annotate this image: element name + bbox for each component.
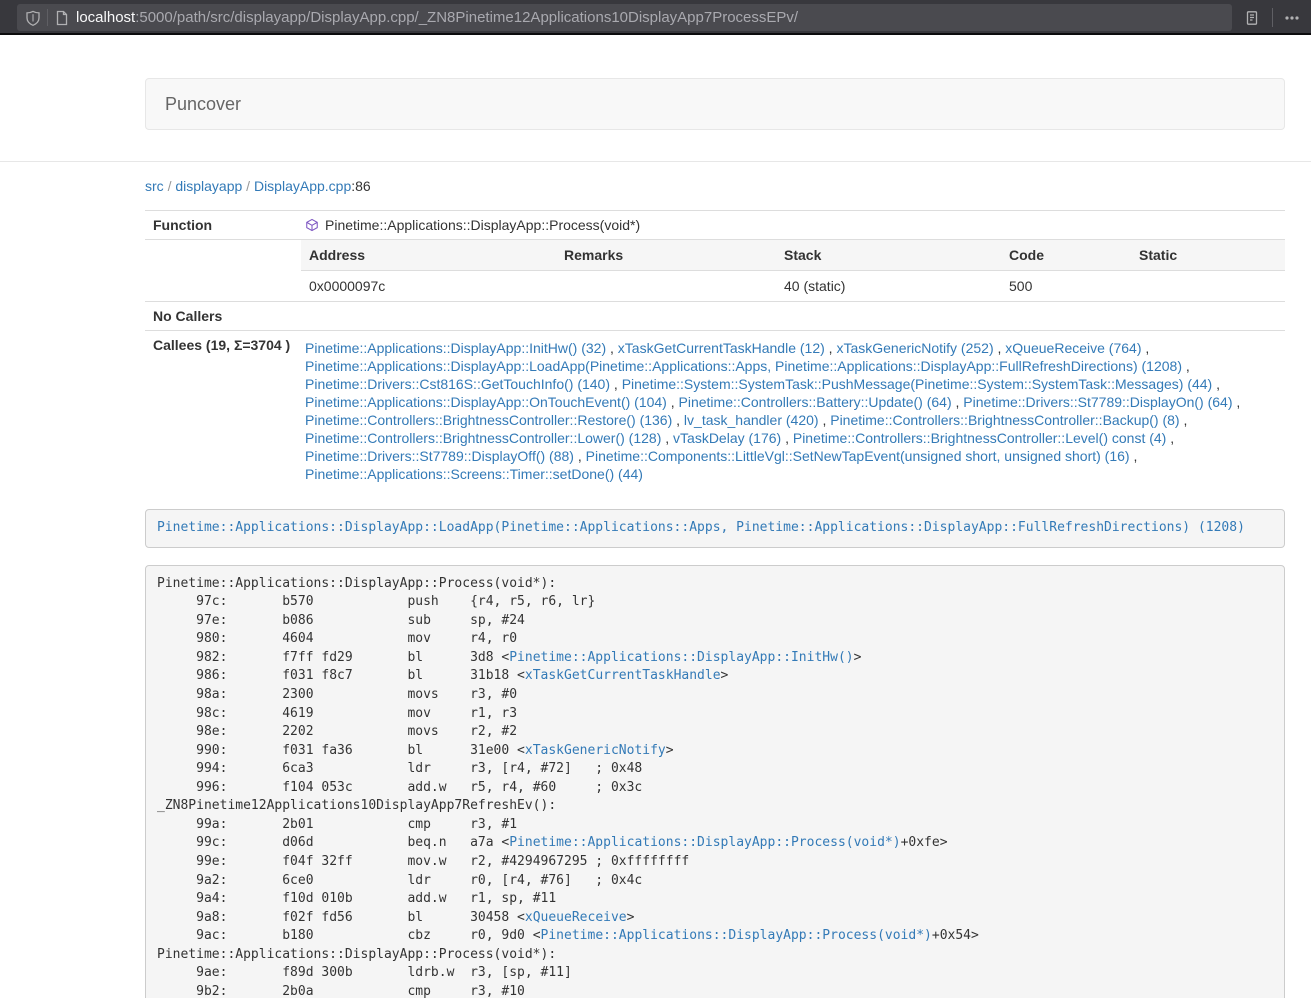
function-row: Function Pinetime::Applications::Display…: [145, 211, 1285, 240]
callees-list: Pinetime::Applications::DisplayApp::Init…: [301, 331, 1285, 490]
callee-link[interactable]: Pinetime::Applications::Screens::Timer::…: [305, 466, 643, 482]
callee-link[interactable]: Pinetime::Drivers::St7789::DisplayOff() …: [305, 448, 574, 464]
metrics-value-row: 0x0000097c 40 (static) 500: [301, 271, 1285, 302]
divider: [0, 161, 1311, 162]
url-path: :5000/path/src/displayapp/DisplayApp.cpp…: [135, 9, 798, 26]
callee-link[interactable]: Pinetime::Applications::DisplayApp::Load…: [305, 358, 1182, 374]
app-navbar: Puncover: [145, 78, 1285, 130]
page-icon[interactable]: [54, 10, 70, 26]
col-address: Address: [301, 240, 556, 271]
function-row-label: Function: [145, 211, 301, 240]
no-callers-row: No Callers: [145, 302, 1285, 331]
callee-link[interactable]: Pinetime::Controllers::BrightnessControl…: [305, 430, 661, 446]
url-text: localhost:5000/path/src/displayapp/Displ…: [76, 9, 798, 26]
browser-chrome: localhost:5000/path/src/displayapp/Displ…: [0, 0, 1311, 35]
source-line-snippet: Pinetime::Applications::DisplayApp::Load…: [145, 509, 1285, 548]
shield-icon[interactable]: [25, 10, 41, 26]
asm-symbol-link[interactable]: Pinetime::Applications::DisplayApp::Init…: [509, 650, 853, 665]
metrics-table: Address Remarks Stack Code Static 0x0000…: [301, 240, 1285, 301]
brand-link[interactable]: Puncover: [165, 94, 241, 115]
callee-link[interactable]: Pinetime::System::SystemTask::PushMessag…: [622, 376, 1213, 392]
page: Puncover src / displayapp / DisplayApp.c…: [0, 35, 1311, 998]
breadcrumb-link-displayapp[interactable]: displayapp: [175, 178, 242, 194]
callee-link[interactable]: Pinetime::Controllers::BrightnessControl…: [305, 412, 672, 428]
value-static: [1131, 271, 1285, 302]
symbol-cube-icon: [305, 218, 319, 232]
value-stack: 40 (static): [776, 271, 1001, 302]
value-address: 0x0000097c: [301, 271, 556, 302]
col-stack: Stack: [776, 240, 1001, 271]
breadcrumb: src / displayapp / DisplayApp.cpp:86: [145, 176, 1285, 196]
col-static: Static: [1131, 240, 1285, 271]
urlbar-divider: [47, 9, 48, 26]
function-name: Pinetime::Applications::DisplayApp::Proc…: [325, 217, 640, 233]
breadcrumb-line-number: :86: [351, 178, 370, 194]
function-info-table: Function Pinetime::Applications::Display…: [145, 210, 1285, 489]
metrics-row: Address Remarks Stack Code Static 0x0000…: [145, 240, 1285, 302]
callee-link[interactable]: vTaskDelay (176): [673, 430, 781, 446]
disassembly-listing: Pinetime::Applications::DisplayApp::Proc…: [145, 565, 1285, 998]
callee-link[interactable]: lv_task_handler (420): [684, 412, 819, 428]
no-callers-label: No Callers: [145, 302, 301, 331]
callee-link[interactable]: xQueueReceive (764): [1005, 340, 1141, 356]
callees-label: Callees (19, Σ=3704 ): [145, 331, 301, 490]
callee-link[interactable]: Pinetime::Drivers::Cst816S::GetTouchInfo…: [305, 376, 610, 392]
callee-link[interactable]: Pinetime::Controllers::Battery::Update()…: [679, 394, 952, 410]
url-host: localhost: [76, 9, 135, 26]
value-remarks: [556, 271, 776, 302]
callee-link[interactable]: Pinetime::Controllers::BrightnessControl…: [830, 412, 1179, 428]
callee-link[interactable]: Pinetime::Drivers::St7789::DisplayOn() (…: [963, 394, 1232, 410]
value-code: 500: [1001, 271, 1131, 302]
asm-symbol-link[interactable]: Pinetime::Applications::DisplayApp::Proc…: [541, 928, 932, 943]
reader-mode-button[interactable]: [1237, 4, 1267, 31]
metrics-header-row: Address Remarks Stack Code Static: [301, 240, 1285, 271]
col-remarks: Remarks: [556, 240, 776, 271]
callee-link[interactable]: xTaskGenericNotify (252): [836, 340, 993, 356]
asm-symbol-link[interactable]: Pinetime::Applications::DisplayApp::Proc…: [509, 835, 900, 850]
callee-link[interactable]: Pinetime::Controllers::BrightnessControl…: [793, 430, 1166, 446]
breadcrumb-separator: /: [168, 178, 172, 194]
ellipsis-icon: [1284, 10, 1300, 26]
col-code: Code: [1001, 240, 1131, 271]
callee-link[interactable]: xTaskGetCurrentTaskHandle (12): [618, 340, 825, 356]
breadcrumb-link-src[interactable]: src: [145, 178, 164, 194]
content-container: Puncover: [145, 78, 1285, 130]
snippet-symbol-link[interactable]: Pinetime::Applications::DisplayApp::Load…: [157, 520, 1245, 535]
page-actions-menu-button[interactable]: [1277, 4, 1307, 31]
content-container-main: src / displayapp / DisplayApp.cpp:86 Fun…: [145, 176, 1285, 998]
callee-link[interactable]: Pinetime::Applications::DisplayApp::OnTo…: [305, 394, 667, 410]
breadcrumb-separator: /: [246, 178, 250, 194]
address-bar[interactable]: localhost:5000/path/src/displayapp/Displ…: [17, 4, 1232, 31]
asm-symbol-link[interactable]: xTaskGetCurrentTaskHandle: [525, 668, 721, 683]
callee-link[interactable]: Pinetime::Components::LittleVgl::SetNewT…: [586, 448, 1130, 464]
toolbar-divider: [1272, 8, 1273, 27]
callees-row: Callees (19, Σ=3704 ) Pinetime::Applicat…: [145, 331, 1285, 490]
reader-mode-icon: [1244, 10, 1260, 26]
callee-link[interactable]: Pinetime::Applications::DisplayApp::Init…: [305, 340, 606, 356]
asm-symbol-link[interactable]: xTaskGenericNotify: [525, 743, 666, 758]
asm-symbol-link[interactable]: xQueueReceive: [525, 910, 627, 925]
breadcrumb-link-file[interactable]: DisplayApp.cpp: [254, 178, 351, 194]
